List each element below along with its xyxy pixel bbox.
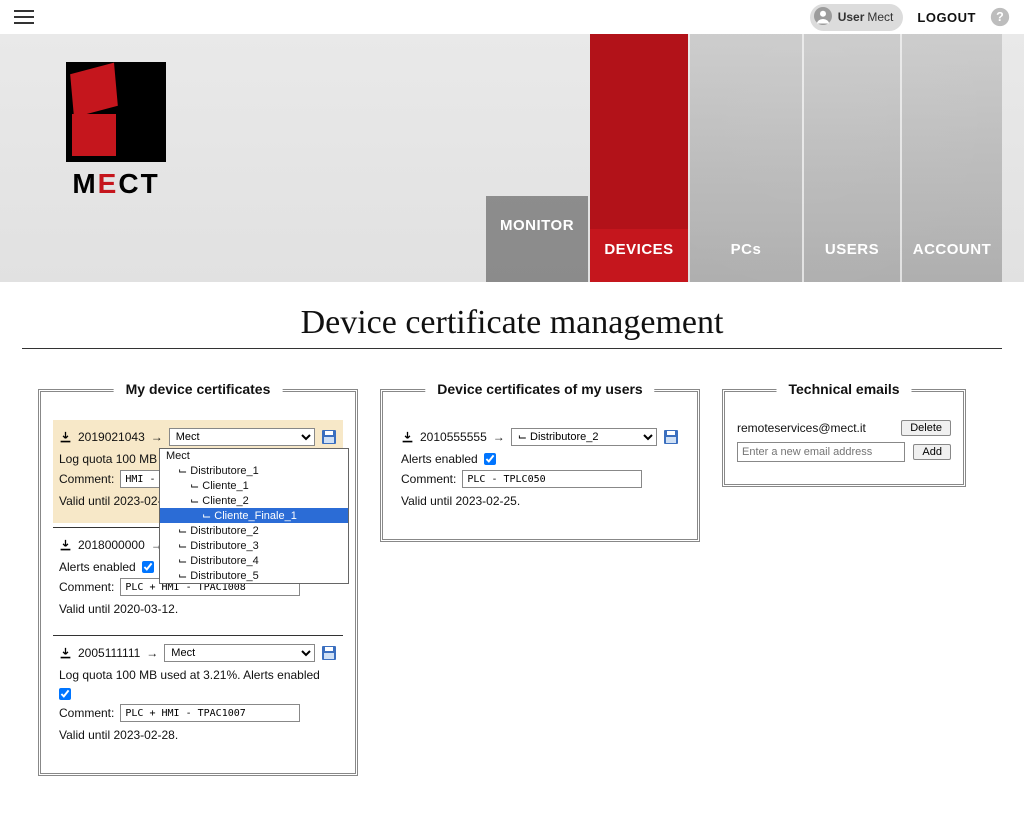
- logo-mark: [66, 62, 166, 162]
- comment-label: Comment:: [59, 706, 114, 720]
- panel-my-certs: My device certificates 2019021043 → Mect: [38, 389, 358, 776]
- comment-label: Comment:: [59, 472, 114, 486]
- owner-dropdown-list[interactable]: Mect⌙ Distributore_1⌙ Cliente_1⌙ Cliente…: [159, 448, 349, 584]
- new-email-input[interactable]: [737, 442, 905, 462]
- dropdown-option[interactable]: ⌙ Cliente_2: [160, 493, 348, 508]
- nav-devices[interactable]: DEVICES: [590, 34, 688, 282]
- email-add-row: Add: [737, 442, 951, 462]
- top-bar: UserMect LOGOUT ?: [0, 0, 1024, 34]
- save-icon[interactable]: [663, 429, 679, 445]
- download-icon[interactable]: [59, 431, 72, 444]
- alerts-label: Alerts enabled: [59, 560, 136, 574]
- nav-monitor-label: MONITOR: [486, 217, 588, 258]
- alerts-checkbox[interactable]: [484, 453, 496, 465]
- arrow-icon: →: [493, 430, 505, 444]
- cert-valid: Valid until 2020-03-12.: [59, 602, 337, 616]
- alerts-checkbox[interactable]: [59, 688, 71, 700]
- user-avatar-icon: [814, 7, 832, 28]
- add-email-button[interactable]: Add: [913, 444, 951, 460]
- arrow-icon: →: [151, 430, 163, 444]
- comment-input[interactable]: [462, 470, 642, 488]
- save-icon[interactable]: [321, 429, 337, 445]
- nav-pcs[interactable]: PCs: [690, 34, 802, 282]
- cert-valid: Valid until 2023-02-25.: [401, 494, 679, 508]
- alerts-label: Alerts enabled: [401, 452, 478, 466]
- logout-link[interactable]: LOGOUT: [917, 10, 976, 25]
- panel-user-certs: Device certificates of my users 20105555…: [380, 389, 700, 542]
- dropdown-option[interactable]: ⌙ Distributore_5: [160, 568, 348, 583]
- nav-devices-label: DEVICES: [604, 241, 673, 282]
- help-icon[interactable]: ?: [990, 7, 1010, 27]
- cert-id: 2005111111: [78, 646, 140, 660]
- panel-emails-title: Technical emails: [776, 381, 911, 397]
- menu-icon[interactable]: [14, 10, 34, 24]
- panel-emails: Technical emails remoteservices@mect.it …: [722, 389, 966, 487]
- save-icon[interactable]: [321, 645, 337, 661]
- cert-id: 2018000000: [78, 538, 145, 552]
- comment-label: Comment:: [59, 580, 114, 594]
- user-label: UserMect: [838, 10, 894, 24]
- alerts-checkbox[interactable]: [142, 561, 154, 573]
- nav-account-label: ACCOUNT: [913, 241, 992, 282]
- cert-block: 2019021043 → Mect Log quota 100 MB u Com…: [53, 420, 343, 523]
- nav-monitor[interactable]: MONITOR: [486, 34, 588, 282]
- download-icon[interactable]: [59, 539, 72, 552]
- cert-id: 2019021043: [78, 430, 145, 444]
- dropdown-option[interactable]: ⌙ Distributore_3: [160, 538, 348, 553]
- nav-users-label: USERS: [825, 241, 879, 282]
- dropdown-option[interactable]: ⌙ Cliente_1: [160, 478, 348, 493]
- dropdown-option[interactable]: ⌙ Distributore_4: [160, 553, 348, 568]
- cert-block: 2010555555 → ⌙ Distributore_2 Alerts ena…: [395, 420, 685, 523]
- cert-block: 2005111111 → Mect Log quota 100 MB used …: [53, 635, 343, 757]
- user-chip[interactable]: UserMect: [810, 4, 904, 31]
- panel-my-certs-title: My device certificates: [114, 381, 283, 397]
- panel-user-certs-title: Device certificates of my users: [425, 381, 654, 397]
- email-row: remoteservices@mect.it Delete: [737, 420, 951, 436]
- dropdown-option[interactable]: ⌙ Distributore_2: [160, 523, 348, 538]
- download-icon[interactable]: [59, 647, 72, 660]
- page-title: Device certificate management: [0, 304, 1024, 342]
- cert-quota-line: Log quota 100 MB used at 3.21%. Alerts e…: [59, 668, 320, 682]
- nav-users[interactable]: USERS: [804, 34, 900, 282]
- cert-valid: Valid until 2023-02-28.: [59, 728, 337, 742]
- cert-owner-select[interactable]: ⌙ Distributore_2: [511, 428, 657, 446]
- dropdown-option[interactable]: ⌙ Cliente_Finale_1: [160, 508, 348, 523]
- comment-input[interactable]: [120, 704, 300, 722]
- top-right: UserMect LOGOUT ?: [810, 4, 1010, 31]
- download-icon[interactable]: [401, 431, 414, 444]
- email-address: remoteservices@mect.it: [737, 421, 893, 435]
- logo[interactable]: MECT: [60, 62, 172, 200]
- cert-owner-select[interactable]: Mect: [169, 428, 315, 446]
- cert-id: 2010555555: [420, 430, 487, 444]
- panels-row: My device certificates 2019021043 → Mect: [0, 389, 1024, 806]
- title-underline: [22, 348, 1002, 349]
- nav-pcs-label: PCs: [731, 241, 762, 282]
- comment-label: Comment:: [401, 472, 456, 486]
- main-nav: MONITOR DEVICES PCs USERS ACCOUNT: [484, 34, 1002, 282]
- svg-text:?: ?: [996, 10, 1004, 24]
- arrow-icon: →: [146, 646, 158, 660]
- nav-account[interactable]: ACCOUNT: [902, 34, 1002, 282]
- dropdown-option[interactable]: Mect: [160, 449, 348, 463]
- cert-owner-select[interactable]: Mect: [164, 644, 315, 662]
- delete-email-button[interactable]: Delete: [901, 420, 951, 436]
- header-band: MECT MONITOR DEVICES PCs USERS ACCOUNT: [0, 34, 1024, 282]
- logo-text: MECT: [60, 168, 172, 200]
- dropdown-option[interactable]: ⌙ Distributore_1: [160, 463, 348, 478]
